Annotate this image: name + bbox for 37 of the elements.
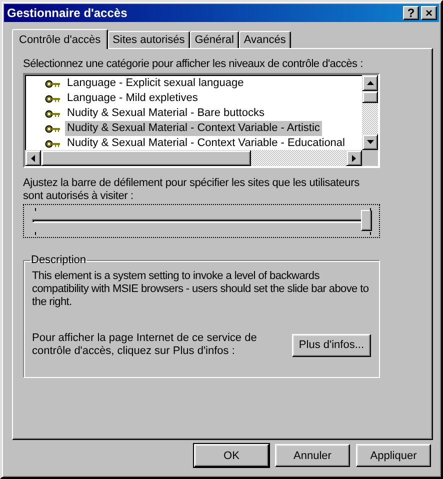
tab[interactable]: Avancés <box>238 31 291 48</box>
key-icon <box>45 124 61 132</box>
category-item[interactable]: Nudity & Sexual Material - Bare buttocks <box>65 106 266 121</box>
tab[interactable]: Général <box>190 31 239 48</box>
slider-thumb[interactable] <box>361 210 372 231</box>
right-arrow-icon <box>352 154 356 162</box>
key-icon <box>45 140 61 148</box>
ok-button[interactable]: OK <box>194 444 269 467</box>
left-arrow-icon <box>31 154 35 162</box>
down-arrow-icon <box>366 140 374 144</box>
category-label: Sélectionnez une catégorie pour afficher les niveaux de contrôle d'accès : <box>23 58 364 70</box>
category-item[interactable]: Language - Explicit sexual language <box>65 76 246 91</box>
more-info-button[interactable]: Plus d'infos... <box>292 334 371 356</box>
category-item[interactable]: Nudity & Sexual Material - Context Variable - Educational <box>65 136 347 150</box>
horizontal-scrollbar[interactable] <box>25 150 362 166</box>
slider-label: Ajustez la barre de défilement pour spécifier les sites que les utilisateurs sont autorisés à visiter : <box>23 177 360 203</box>
scroll-thumb[interactable] <box>362 91 378 103</box>
scroll-thumb[interactable] <box>41 150 251 166</box>
key-icon <box>45 110 61 118</box>
more-info-text: Pour afficher la page Internet de ce service de contrôle d'accès, cliquez sur Plus d'infos : <box>32 332 258 358</box>
rating-slider[interactable] <box>23 204 380 238</box>
tab[interactable]: Contrôle d'accès <box>12 29 108 49</box>
scrollbar-corner <box>362 150 378 166</box>
category-item[interactable]: Nudity & Sexual Material - Context Variable - Artistic <box>65 121 322 136</box>
window-title: Gestionnaire d'accès <box>7 6 128 20</box>
description-text: This element is a system setting to invoke a level of backwards compatibility with MSIE browsers - users should set the slide bar above to the right. <box>32 270 370 310</box>
help-button[interactable]: ? <box>403 6 419 20</box>
up-arrow-icon <box>366 81 374 85</box>
tab[interactable]: Sites autorisés <box>108 31 190 48</box>
close-button[interactable]: × <box>421 6 437 20</box>
key-icon <box>45 94 61 102</box>
key-icon <box>45 80 61 88</box>
cancel-button[interactable]: Annuler <box>275 444 350 467</box>
category-item[interactable]: Language - Mild expletives <box>65 91 200 106</box>
apply-button[interactable]: Appliquer <box>356 444 431 467</box>
group-title: Description <box>30 254 88 266</box>
vertical-scrollbar[interactable] <box>362 75 378 150</box>
